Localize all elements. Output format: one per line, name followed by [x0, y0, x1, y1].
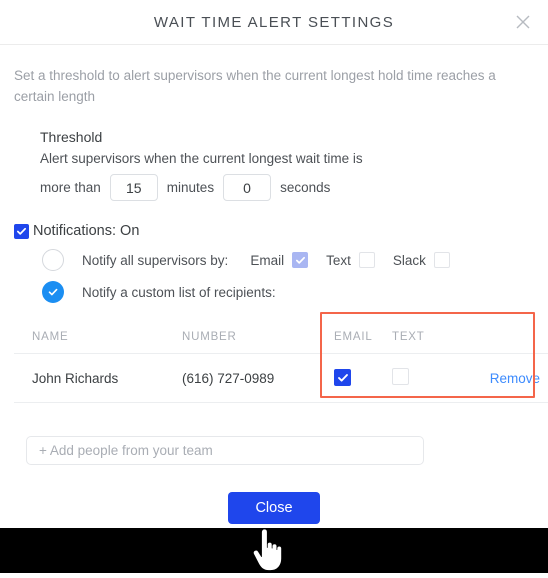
threshold-prefix-label: more than [40, 180, 101, 195]
bottom-bar [0, 528, 548, 573]
add-people-input[interactable] [26, 436, 424, 465]
column-header-email: EMAIL [322, 325, 392, 354]
recipient-action-cell: Remove [450, 353, 548, 403]
channel-checkbox-email[interactable] [292, 252, 309, 268]
modal-header: WAIT TIME ALERT SETTINGS [0, 0, 548, 45]
column-header-name: NAME [14, 325, 182, 354]
page-title: WAIT TIME ALERT SETTINGS [153, 13, 395, 31]
channel-label-slack: Slack [392, 252, 426, 268]
channel-checkbox-text[interactable] [358, 252, 375, 268]
notify-custom-list-row: Notify a custom list of recipients: [42, 281, 534, 303]
notify-all-supervisors-row: Notify all supervisors by: Email Text Sl… [42, 249, 534, 271]
notifications-section: Notifications: On Notify all supervisors… [14, 223, 534, 303]
minutes-label: minutes [166, 180, 215, 195]
threshold-heading: Threshold [40, 129, 103, 145]
seconds-input[interactable] [223, 174, 272, 201]
radio-notify-all-supervisors[interactable] [42, 249, 64, 271]
threshold-section: Threshold Alert supervisors when the cur… [40, 129, 534, 201]
notifications-toggle-label: Notifications: On [33, 223, 140, 239]
seconds-label: seconds [280, 180, 331, 195]
channel-label-email: Email [250, 252, 285, 268]
channel-label-text: Text [326, 252, 351, 268]
remove-recipient-link[interactable]: Remove [490, 371, 540, 386]
table-header-row: NAME NUMBER EMAIL TEXT [14, 325, 548, 354]
radio-notify-custom-list[interactable] [42, 281, 64, 303]
notify-all-supervisors-label: Notify all supervisors by: [82, 252, 229, 268]
recipient-email-checkbox[interactable] [334, 369, 351, 387]
modal-body: Set a threshold to alert supervisors whe… [0, 65, 548, 524]
recipients-table: NAME NUMBER EMAIL TEXT John Richards (61… [14, 325, 548, 403]
table-row: John Richards (616) 727-0989 Remove [14, 353, 548, 403]
recipients-table-wrapper: NAME NUMBER EMAIL TEXT John Richards (61… [14, 325, 548, 403]
column-header-number: NUMBER [182, 325, 322, 354]
threshold-inputs-row: more than minutes seconds [40, 174, 534, 201]
recipient-number: (616) 727-0989 [182, 353, 322, 403]
notifications-toggle-row: Notifications: On [14, 223, 534, 239]
description-text: Set a threshold to alert supervisors whe… [14, 68, 496, 104]
close-button[interactable]: Close [228, 492, 320, 524]
close-icon[interactable] [512, 11, 534, 33]
column-header-action [450, 325, 548, 354]
minutes-input[interactable] [109, 174, 158, 201]
channel-options-group: Email Text Slack [250, 252, 468, 268]
modal-footer: Close [14, 492, 534, 524]
channel-checkbox-slack[interactable] [433, 252, 450, 268]
recipient-name: John Richards [14, 353, 182, 403]
column-header-text: TEXT [392, 325, 450, 354]
recipient-email-cell [322, 353, 392, 403]
threshold-subtitle: Alert supervisors when the current longe… [40, 151, 363, 166]
recipient-text-checkbox[interactable] [392, 368, 409, 385]
notifications-toggle-checkbox[interactable] [14, 223, 29, 239]
notify-custom-list-label: Notify a custom list of recipients: [82, 284, 276, 300]
recipient-text-cell [392, 353, 450, 403]
